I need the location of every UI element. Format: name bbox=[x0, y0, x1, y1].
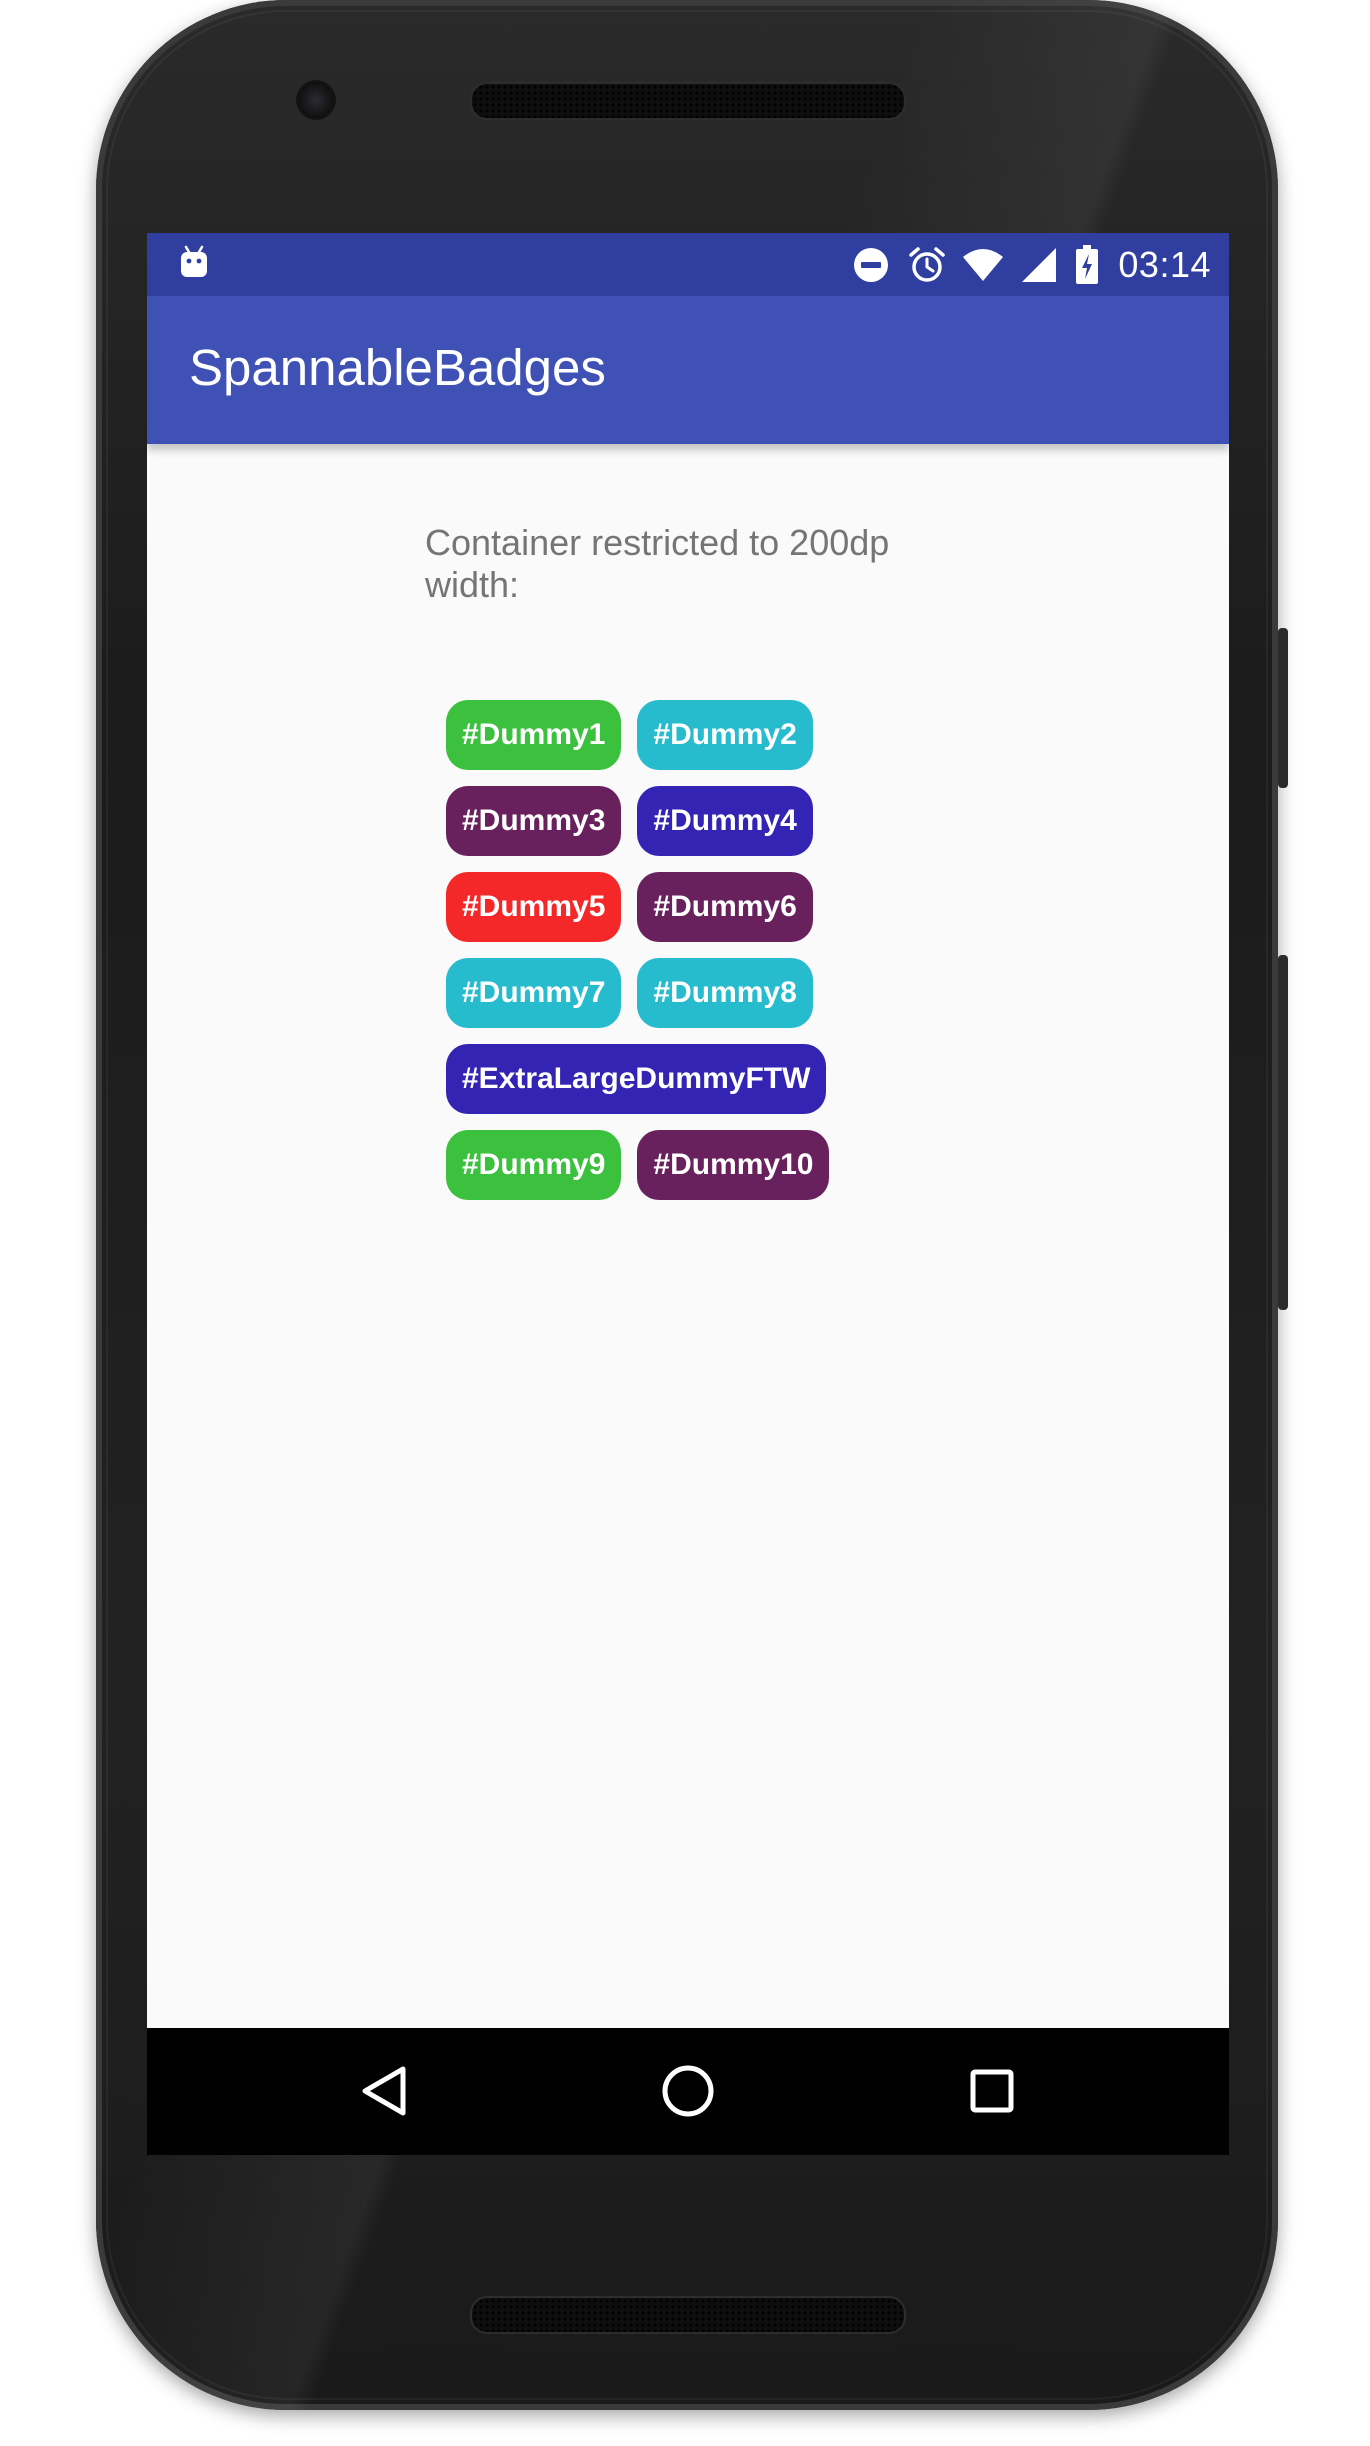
alarm-icon bbox=[906, 244, 948, 286]
badge-dummy2: #Dummy2 bbox=[637, 700, 813, 770]
badge-row: #ExtraLargeDummyFTW bbox=[446, 1044, 876, 1114]
home-button[interactable] bbox=[655, 2058, 721, 2124]
content-area: Container restricted to 200dp width: #Du… bbox=[147, 444, 1229, 2028]
badge-container: #Dummy1 #Dummy2 #Dummy3 #Dummy4 #Dummy5 #Dumm… bbox=[446, 700, 876, 1216]
recents-button[interactable] bbox=[959, 2058, 1025, 2124]
badge-row: #Dummy9 #Dummy10 bbox=[446, 1130, 876, 1200]
home-icon bbox=[662, 2065, 714, 2117]
battery-charging-icon bbox=[1074, 244, 1100, 286]
status-time: 03:14 bbox=[1118, 244, 1211, 285]
back-button[interactable] bbox=[351, 2058, 417, 2124]
android-icon bbox=[179, 245, 209, 279]
badge-extralargedummyftw: #ExtraLargeDummyFTW bbox=[446, 1044, 827, 1114]
badge-row: #Dummy5 #Dummy6 bbox=[446, 872, 876, 942]
badge-dummy3: #Dummy3 bbox=[446, 786, 622, 856]
recents-icon bbox=[970, 2069, 1014, 2113]
do-not-disturb-icon bbox=[850, 244, 892, 286]
status-icons: 03:14 bbox=[836, 241, 1211, 289]
badge-dummy6: #Dummy6 bbox=[637, 872, 813, 942]
power-button bbox=[1278, 628, 1288, 788]
status-bar: 03:14 bbox=[147, 233, 1229, 296]
badge-dummy1: #Dummy1 bbox=[446, 700, 622, 770]
badge-dummy7: #Dummy7 bbox=[446, 958, 622, 1028]
app-bar: SpannableBadges bbox=[147, 296, 1229, 444]
volume-rocker bbox=[1278, 955, 1288, 1310]
badge-dummy10: #Dummy10 bbox=[637, 1130, 830, 1200]
badge-row: #Dummy7 #Dummy8 bbox=[446, 958, 876, 1028]
badge-dummy8: #Dummy8 bbox=[637, 958, 813, 1028]
front-camera bbox=[296, 80, 336, 120]
container-label: Container restricted to 200dp width: bbox=[425, 522, 890, 605]
badge-dummy4: #Dummy4 bbox=[637, 786, 813, 856]
badge-row: #Dummy1 #Dummy2 bbox=[446, 700, 876, 770]
bottom-speaker-grille bbox=[470, 2296, 906, 2334]
badge-dummy9: #Dummy9 bbox=[446, 1130, 622, 1200]
app-title: SpannableBadges bbox=[189, 339, 606, 396]
cell-signal-icon bbox=[1018, 244, 1060, 286]
top-speaker-grille bbox=[470, 82, 906, 120]
back-icon bbox=[362, 2066, 406, 2116]
badge-dummy5: #Dummy5 bbox=[446, 872, 622, 942]
wifi-icon bbox=[962, 244, 1004, 286]
badge-row: #Dummy3 #Dummy4 bbox=[446, 786, 876, 856]
navigation-bar bbox=[147, 2028, 1229, 2155]
screen: 03:14 SpannableBadges Container restrict… bbox=[147, 233, 1229, 2155]
